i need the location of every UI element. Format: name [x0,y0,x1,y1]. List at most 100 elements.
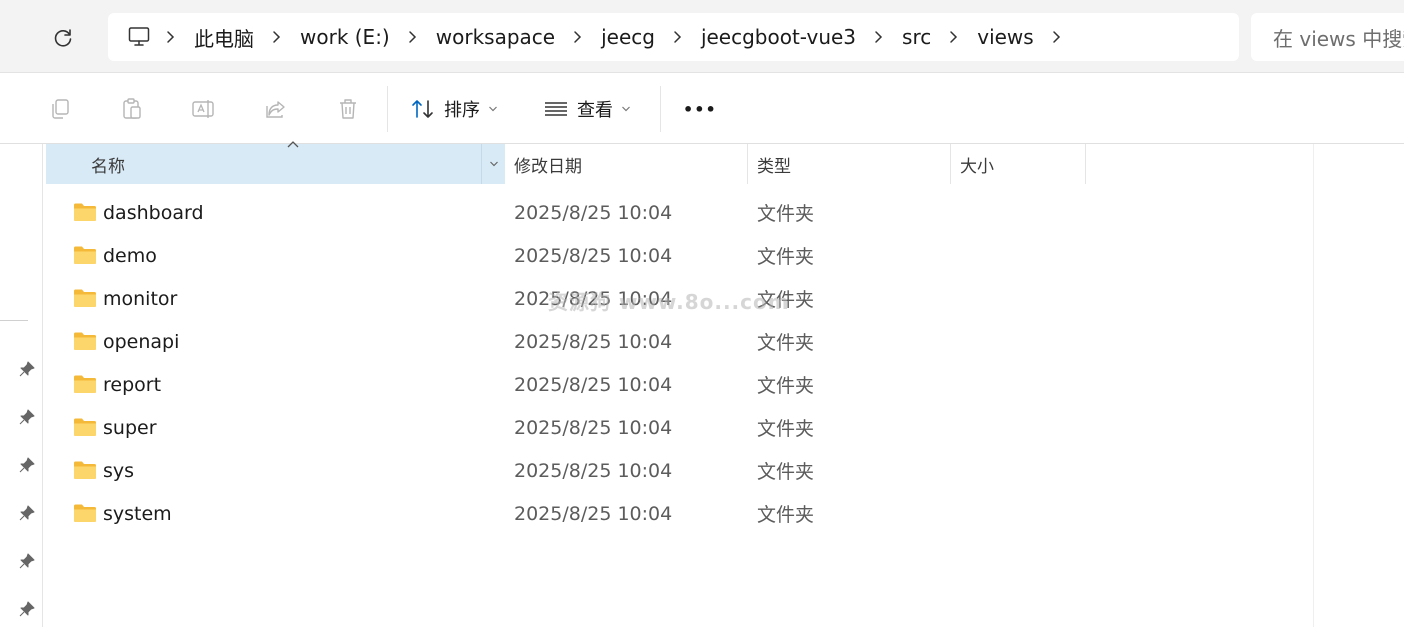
chevron-right-icon[interactable] [1038,24,1076,50]
file-type: 文件夹 [757,504,815,526]
paste-icon[interactable] [117,94,147,124]
file-row[interactable]: super 2025/8/25 10:04 文件夹 [46,406,1313,449]
view-label: 查看 [577,100,613,121]
breadcrumb-drive[interactable]: work (E:) [296,25,394,49]
column-header-modified-label: 修改日期 [514,156,582,177]
file-type: 文件夹 [757,461,815,483]
command-bar: 排序 查看 ••• [0,74,1404,144]
file-modified: 2025/8/25 10:04 [514,330,673,353]
folder-icon [74,418,96,436]
column-separator[interactable] [1085,144,1086,184]
address-bar[interactable]: 此电脑 work (E:) worksapace jeecg jeecgboot… [108,13,1239,61]
address-region: 此电脑 work (E:) worksapace jeecg jeecgboot… [0,0,1404,73]
column-header-type[interactable]: 类型 [757,144,950,184]
column-filter-dropdown[interactable] [481,144,505,184]
file-type: 文件夹 [757,246,815,268]
chevron-right-icon[interactable] [152,24,190,50]
chevron-right-icon[interactable] [559,24,597,50]
list-view-icon [545,102,567,116]
breadcrumb-views[interactable]: views [973,25,1037,49]
column-separator[interactable] [747,144,748,184]
view-button[interactable]: 查看 [543,92,631,126]
more-options-button[interactable]: ••• [683,92,717,126]
breadcrumb-src[interactable]: src [898,25,935,49]
file-name: super [103,416,157,439]
folder-icon [74,332,96,350]
chevron-down-icon [622,106,630,112]
folder-icon [74,461,96,479]
file-type: 文件夹 [757,418,815,440]
file-row[interactable]: demo 2025/8/25 10:04 文件夹 [46,234,1313,277]
column-header-size[interactable]: 大小 [960,144,1085,184]
column-header-type-label: 类型 [757,156,791,177]
copy-icon[interactable] [45,94,75,124]
nav-divider [0,320,28,321]
breadcrumb-this-pc[interactable]: 此电脑 [190,23,258,52]
file-row[interactable]: dashboard 2025/8/25 10:04 文件夹 [46,191,1313,234]
folder-icon [74,203,96,221]
pin-icon[interactable] [18,408,36,426]
refresh-icon [54,29,72,47]
file-type: 文件夹 [757,332,815,354]
more-icon: ••• [683,99,717,119]
pin-icon[interactable] [18,504,36,522]
pin-icon[interactable] [18,600,36,618]
file-row[interactable]: report 2025/8/25 10:04 文件夹 [46,363,1313,406]
column-header-modified[interactable]: 修改日期 [514,144,747,184]
breadcrumb-jeecgboot-vue3[interactable]: jeecgboot-vue3 [697,25,860,49]
sort-icon [412,100,433,118]
file-modified: 2025/8/25 10:04 [514,416,673,439]
column-header-name-label: 名称 [91,156,125,177]
file-type: 文件夹 [757,375,815,397]
sort-label: 排序 [444,100,480,121]
sort-ascending-icon [287,141,299,148]
chevron-right-icon[interactable] [394,24,432,50]
file-row[interactable]: sys 2025/8/25 10:04 文件夹 [46,449,1313,492]
folder-icon [74,375,96,393]
column-header-size-label: 大小 [960,156,994,177]
chevron-right-icon[interactable] [659,24,697,50]
folder-icon [74,289,96,307]
chevron-down-icon [489,106,497,112]
toolbar-divider [660,86,661,132]
search-input[interactable]: 在 views 中搜索 [1251,13,1404,61]
file-modified: 2025/8/25 10:04 [514,244,673,267]
rename-icon[interactable] [189,94,219,124]
breadcrumb-jeecg[interactable]: jeecg [597,25,659,49]
file-name: monitor [103,287,178,310]
file-modified: 2025/8/25 10:04 [514,502,673,525]
watermark: 资源狗 www.8o...com [548,290,790,314]
file-name: openapi [103,330,180,353]
file-row[interactable]: openapi 2025/8/25 10:04 文件夹 [46,320,1313,363]
file-row[interactable]: system 2025/8/25 10:04 文件夹 [46,492,1313,535]
computer-icon[interactable] [126,24,152,50]
file-name: system [103,502,172,525]
file-modified: 2025/8/25 10:04 [514,459,673,482]
delete-icon[interactable] [333,94,363,124]
list-border [1313,144,1314,627]
chevron-right-icon[interactable] [258,24,296,50]
breadcrumb-worksapace[interactable]: worksapace [432,25,559,49]
folder-icon [74,504,96,522]
chevron-down-icon [489,161,498,167]
pin-icon[interactable] [18,360,36,378]
file-modified: 2025/8/25 10:04 [514,201,673,224]
file-name: dashboard [103,201,204,224]
folder-icon [74,246,96,264]
pin-icon[interactable] [18,552,36,570]
column-separator[interactable] [950,144,951,184]
file-name: sys [103,459,135,482]
chevron-right-icon[interactable] [860,24,898,50]
sort-button[interactable]: 排序 [410,92,498,126]
chevron-right-icon[interactable] [935,24,973,50]
file-modified: 2025/8/25 10:04 [514,373,673,396]
toolbar-divider [387,86,388,132]
navigation-pane [0,144,43,627]
share-icon[interactable] [261,94,291,124]
file-name: demo [103,244,157,267]
column-header-name[interactable]: 名称 [46,144,505,184]
pin-icon[interactable] [18,456,36,474]
refresh-button[interactable] [40,18,86,58]
file-name: report [103,373,162,396]
file-type: 文件夹 [757,203,815,225]
